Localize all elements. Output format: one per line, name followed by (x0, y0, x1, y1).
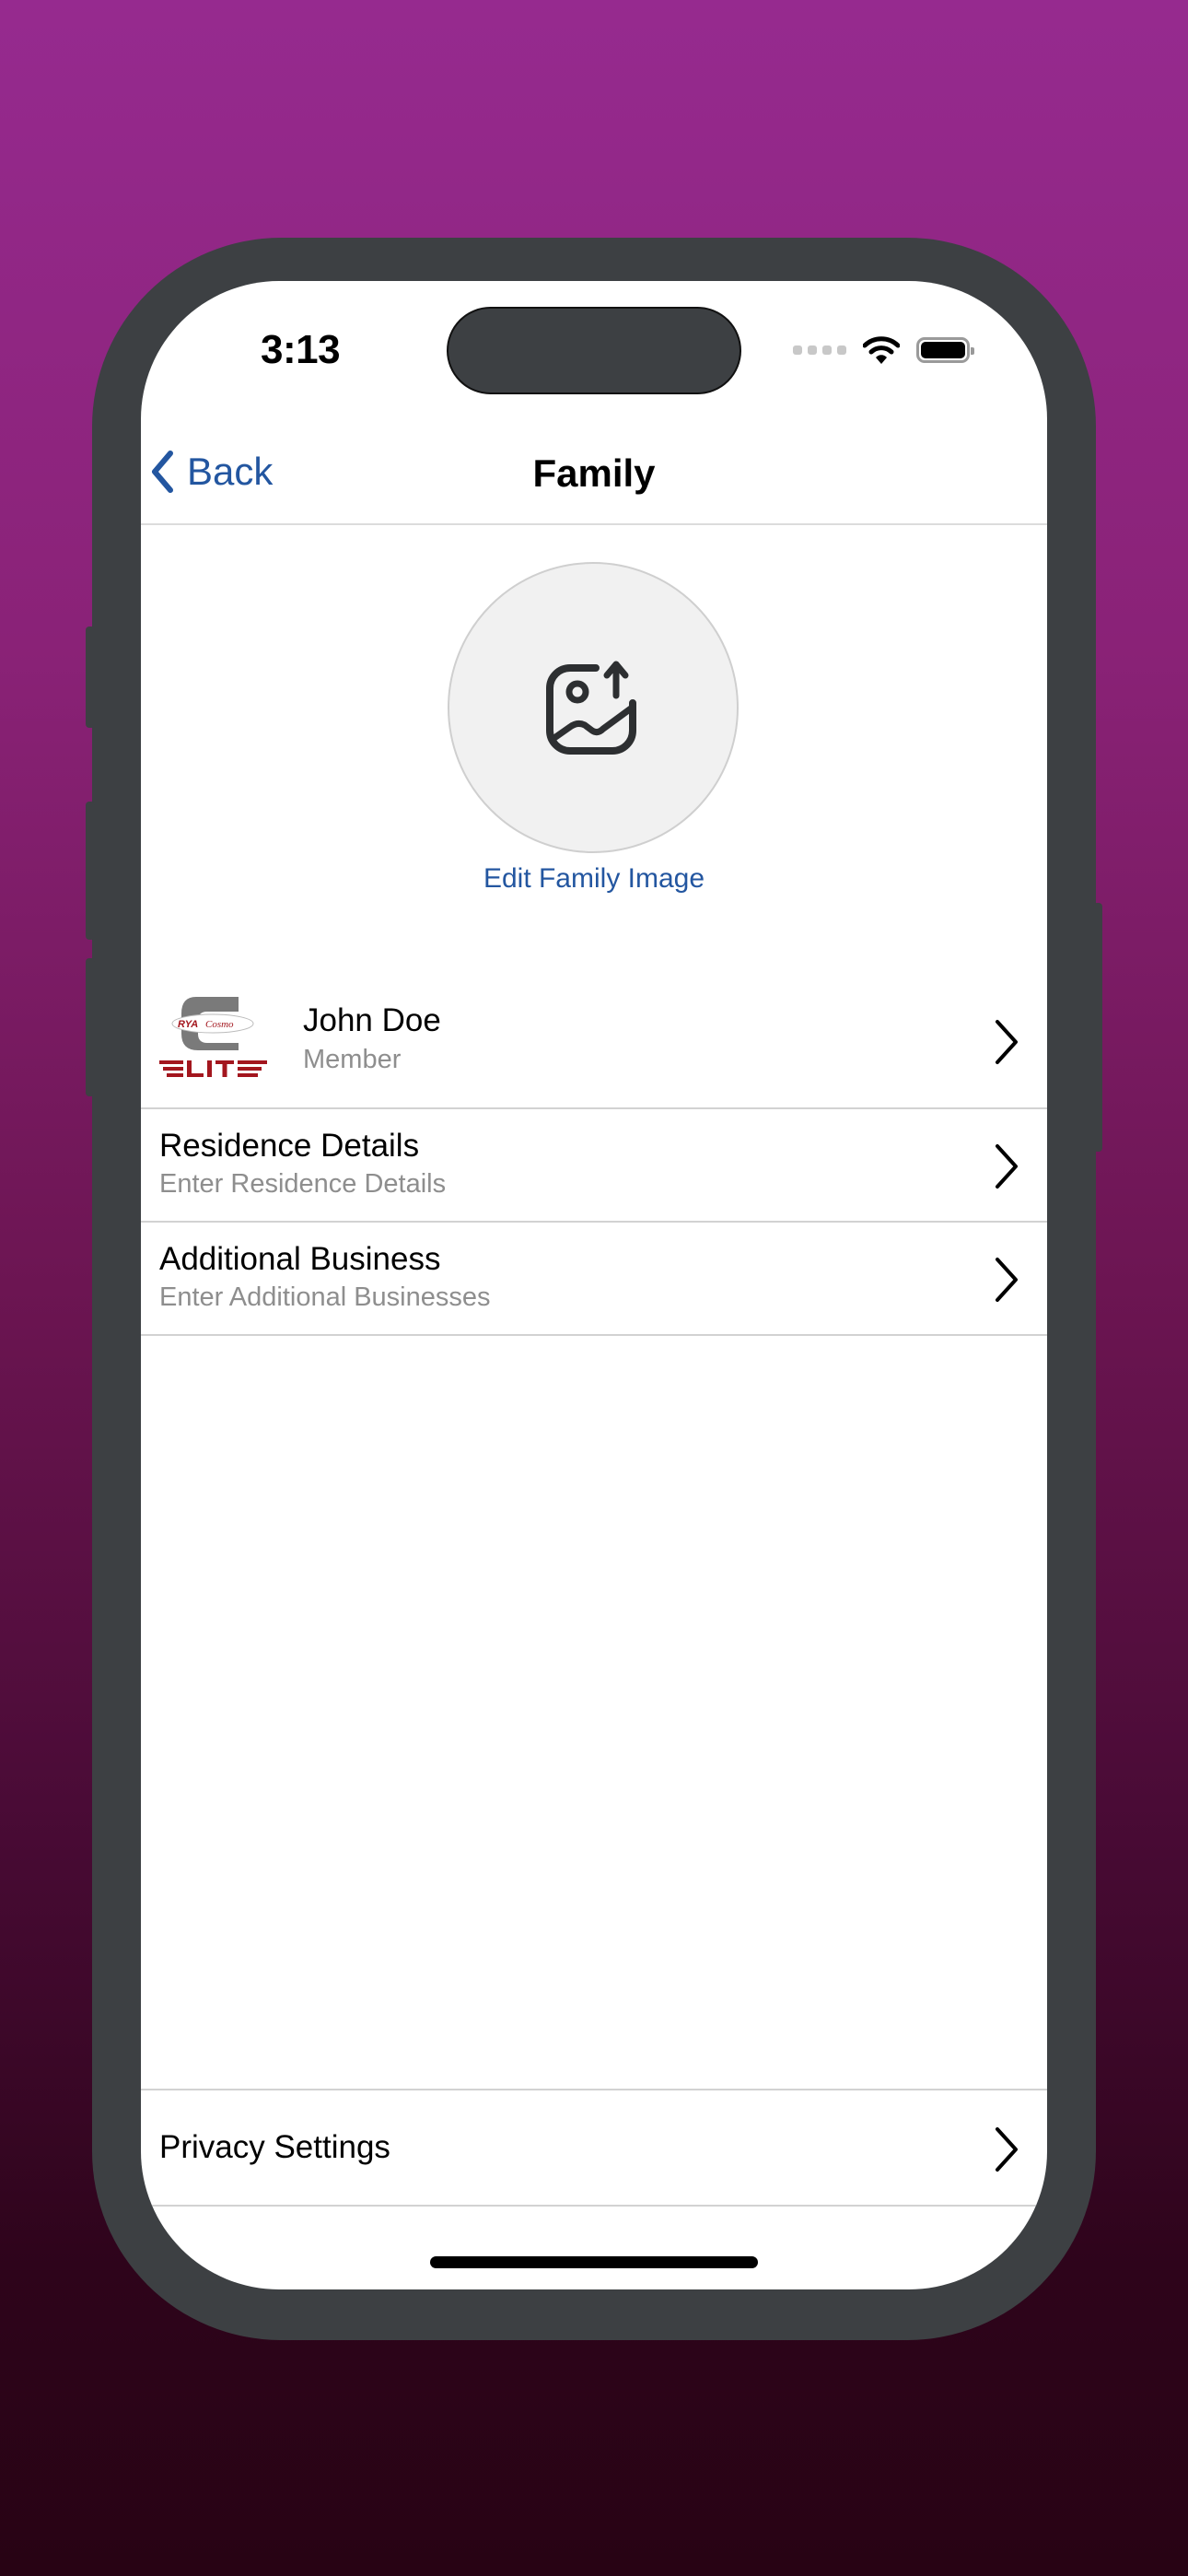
volume-up-button (86, 802, 95, 940)
battery-full-icon (916, 337, 974, 363)
logo-elite-mark (159, 1060, 267, 1077)
volume-down-button (86, 958, 95, 1096)
logo-cosmo-text: Cosmo (205, 1019, 234, 1030)
chevron-right-icon (996, 1020, 1018, 1064)
screen: 3:13 Back Family Edit Family Image RYA C… (141, 281, 1047, 2289)
family-image-button[interactable] (448, 562, 739, 853)
cellular-signal-icon (793, 345, 846, 355)
page-title: Family (532, 451, 656, 495)
home-indicator[interactable] (430, 2256, 758, 2268)
privacy-settings-row[interactable]: Privacy Settings (141, 2089, 1047, 2207)
chevron-right-icon (996, 2127, 1018, 2172)
privacy-settings-title: Privacy Settings (159, 2129, 390, 2165)
chevron-right-icon (996, 1258, 1018, 1302)
action-button (86, 626, 95, 728)
additional-business-title: Additional Business (159, 1241, 441, 1277)
residence-details-title: Residence Details (159, 1128, 420, 1164)
image-upload-icon (546, 661, 636, 755)
member-name: John Doe (303, 1002, 441, 1038)
logo-rya-text: RYA (178, 1019, 198, 1030)
additional-business-row[interactable]: Additional Business Enter Additional Bus… (141, 1223, 1047, 1336)
member-row[interactable]: RYA Cosmo John Doe Member (141, 975, 1047, 1109)
residence-details-subtitle: Enter Residence Details (159, 1169, 447, 1199)
wifi-icon (863, 336, 900, 364)
member-logo: RYA Cosmo (157, 993, 270, 1090)
member-role: Member (303, 1045, 402, 1074)
residence-details-row[interactable]: Residence Details Enter Residence Detail… (141, 1109, 1047, 1223)
navigation-bar: Back Family (141, 415, 1047, 525)
chevron-right-icon (996, 1144, 1018, 1188)
elite-logo-icon: RYA Cosmo (159, 997, 267, 1077)
dynamic-island (447, 307, 741, 394)
additional-business-subtitle: Enter Additional Businesses (159, 1282, 491, 1312)
edit-family-image-link[interactable]: Edit Family Image (141, 863, 1047, 895)
status-icons (793, 332, 974, 369)
power-button (1093, 903, 1102, 1152)
status-time: 3:13 (261, 327, 341, 372)
